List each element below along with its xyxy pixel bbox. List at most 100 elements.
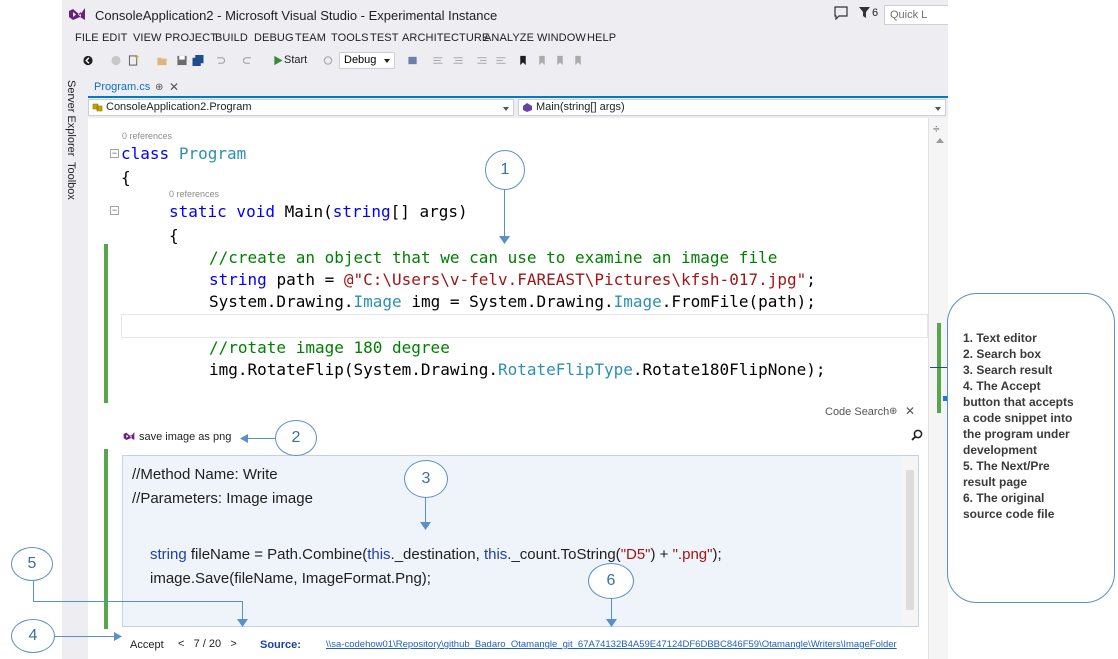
pin-icon[interactable]: ⊕	[889, 406, 897, 417]
code-search-title: Code Search	[825, 406, 890, 418]
comment-icon[interactable]	[432, 55, 444, 66]
tab-program-cs[interactable]: Program.cs ⊕ ✕	[88, 80, 179, 97]
previous-bookmark-icon[interactable]	[536, 55, 548, 66]
menu-debug[interactable]: DEBUG	[254, 32, 294, 44]
callout-arrow	[246, 438, 275, 439]
code-search-footer: Accept < 7 / 20 > Source: \\sa-codehow01…	[88, 629, 928, 659]
result-line: image.Save(fileName, ImageFormat.Png);	[150, 570, 431, 587]
result-scrollbar[interactable]	[902, 456, 918, 626]
arrow-head-icon	[420, 522, 431, 530]
redo-icon[interactable]	[242, 55, 254, 66]
callout-arrow	[55, 636, 115, 637]
menu-build[interactable]: BUILD	[215, 32, 248, 44]
save-icon[interactable]	[176, 55, 188, 66]
start-icon[interactable]	[272, 55, 284, 66]
callout-arrow	[425, 498, 426, 524]
split-icon[interactable]: ÷	[933, 122, 940, 136]
menu-project[interactable]: PROJECT	[165, 32, 217, 44]
menu-test[interactable]: TEST	[370, 32, 399, 44]
change-marker	[937, 323, 941, 413]
class-icon	[92, 103, 103, 112]
code-line: class Program	[121, 144, 247, 163]
menu-view[interactable]: VIEW	[133, 32, 162, 44]
clear-bookmarks-icon[interactable]	[572, 55, 584, 66]
legend-item: a code snippet into	[963, 411, 1073, 425]
menu-architecture[interactable]: ARCHITECTURE	[402, 32, 489, 44]
next-bookmark-icon[interactable]	[554, 55, 566, 66]
filter-icon[interactable]	[859, 7, 870, 18]
scrollbar-thumb[interactable]	[906, 470, 914, 610]
quick-launch-input[interactable]: Quick L	[884, 5, 948, 25]
standard-toolbar: Start Debug	[62, 48, 948, 72]
start-button[interactable]: Start	[284, 54, 307, 66]
code-lens-references[interactable]: 0 references	[122, 131, 172, 141]
tab-toolbox[interactable]: Toolbox	[65, 162, 77, 200]
legend-box: 1. Text editor 2. Search box 3. Search r…	[947, 293, 1115, 603]
code-line: {	[169, 226, 179, 245]
chevron-down-icon	[384, 59, 390, 63]
code-line: string path = @"C:\Users\v-felv.FAREAST\…	[209, 270, 816, 289]
legend-item: 1. Text editor	[963, 331, 1037, 345]
notification-icon[interactable]	[834, 6, 848, 20]
arrow-head-icon	[606, 619, 617, 627]
callout-1: 1	[485, 150, 525, 190]
source-link[interactable]: \\sa-codehow01\Repository\github_Badaro_…	[326, 639, 928, 650]
legend-item: 4. The Accept	[963, 379, 1041, 393]
legend-item: 3. Search result	[963, 363, 1053, 377]
tab-label: Program.cs	[94, 81, 151, 93]
solution-configuration-select[interactable]: Debug	[339, 52, 395, 69]
code-line: img.RotateFlip(System.Drawing.RotateFlip…	[209, 360, 826, 379]
save-all-icon[interactable]	[192, 55, 204, 66]
navigation-bar: ConsoleApplication2.Program Main(string[…	[88, 98, 948, 118]
page-total: 20	[208, 638, 222, 650]
outdent-icon[interactable]	[495, 55, 507, 66]
back-icon[interactable]	[82, 55, 94, 66]
indent-icon[interactable]	[476, 55, 488, 66]
visual-studio-window: ConsoleApplication2 - Microsoft Visual S…	[62, 0, 948, 659]
code-editor[interactable]: 0 references − class Program { 0 referen…	[88, 118, 928, 659]
callout-4: 4	[11, 619, 55, 653]
menu-edit[interactable]: EDIT	[102, 32, 127, 44]
legend-item: source code file	[963, 507, 1055, 521]
collapse-icon[interactable]: −	[110, 206, 119, 215]
accept-button[interactable]: Accept	[130, 639, 164, 651]
code-line: System.Drawing.Image img = System.Drawin…	[209, 292, 816, 311]
undo-icon[interactable]	[214, 55, 226, 66]
method-icon	[523, 103, 532, 112]
editor-scrollbar[interactable]: ÷	[928, 118, 948, 659]
close-icon[interactable]: ✕	[905, 404, 915, 418]
close-icon[interactable]: ✕	[169, 80, 179, 94]
restart-icon[interactable]	[322, 55, 334, 66]
find-in-files-icon[interactable]	[407, 55, 419, 66]
next-result-button[interactable]: >	[230, 638, 236, 650]
member-select[interactable]: Main(string[] args)	[518, 99, 946, 116]
arrow-head-icon	[240, 434, 248, 443]
search-query[interactable]: save image as png	[139, 431, 231, 443]
figure: ConsoleApplication2 - Microsoft Visual S…	[0, 0, 1118, 659]
code-line: {	[121, 168, 131, 187]
menu-analyze[interactable]: ANALYZE	[484, 32, 534, 44]
callout-arrow	[504, 190, 505, 240]
menu-team[interactable]: TEAM	[295, 32, 326, 44]
menu-tools[interactable]: TOOLS	[331, 32, 369, 44]
menu-file[interactable]: FILE	[75, 32, 99, 44]
pin-icon[interactable]: ⊕	[155, 82, 163, 93]
menu-window[interactable]: WINDOW	[537, 32, 586, 44]
tab-server-explorer[interactable]: Server Explorer	[65, 80, 77, 156]
menu-help[interactable]: HELP	[587, 32, 616, 44]
open-file-icon[interactable]	[156, 55, 168, 66]
collapse-icon[interactable]: −	[110, 149, 119, 158]
new-project-icon[interactable]	[128, 55, 140, 66]
previous-result-button[interactable]: <	[178, 638, 184, 650]
page-current: 7	[193, 638, 200, 650]
bookmark-icon[interactable]	[517, 55, 529, 66]
code-search-box[interactable]: save image as png	[88, 423, 928, 449]
code-lens-references[interactable]: 0 references	[169, 189, 219, 199]
forward-icon[interactable]	[110, 55, 122, 66]
scroll-up-icon[interactable]	[936, 138, 944, 143]
class-select[interactable]: ConsoleApplication2.Program	[88, 99, 514, 116]
legend-item: development	[963, 443, 1038, 457]
search-icon[interactable]	[911, 429, 923, 441]
legend-item: the program under	[963, 427, 1070, 441]
uncomment-icon[interactable]	[452, 55, 464, 66]
